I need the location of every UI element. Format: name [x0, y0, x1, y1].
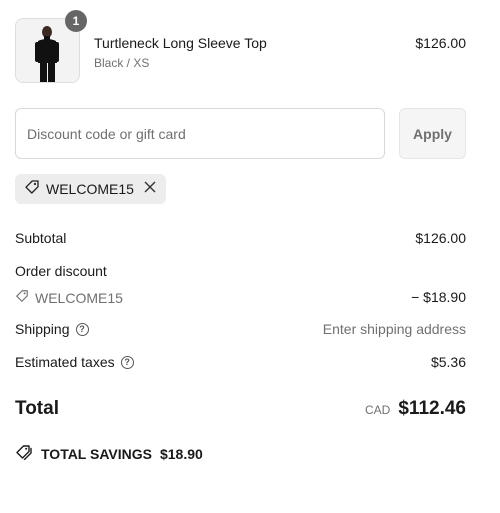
close-icon[interactable] — [144, 181, 156, 197]
product-price: $126.00 — [415, 35, 466, 51]
discount-value: − $18.90 — [411, 289, 466, 305]
subtotal-label: Subtotal — [15, 230, 67, 246]
taxes-value: $5.36 — [430, 354, 466, 370]
tag-icon — [24, 179, 40, 200]
shipping-row: Shipping ? — [15, 321, 89, 337]
total-savings-label: TOTAL SAVINGS — [41, 445, 152, 462]
quantity-badge: 1 — [65, 10, 87, 32]
shipping-value: Enter shipping address — [322, 321, 466, 337]
order-discount-label: Order discount — [15, 263, 107, 279]
tags-icon — [15, 444, 33, 463]
help-icon[interactable]: ? — [75, 322, 89, 336]
tag-icon — [15, 289, 29, 306]
subtotal-value: $126.00 — [415, 230, 466, 246]
currency-code: CAD — [365, 403, 391, 417]
applied-discount-code: WELCOME15 — [46, 181, 134, 197]
discount-code-label: WELCOME15 — [35, 289, 123, 306]
help-icon[interactable]: ? — [120, 355, 134, 369]
total-amount: CAD $112.46 — [365, 398, 466, 420]
total-label: Total — [15, 398, 59, 419]
discount-code-input[interactable] — [15, 108, 385, 159]
taxes-row: Estimated taxes ? — [15, 354, 134, 370]
total-savings: TOTAL SAVINGS $18.90 — [15, 444, 203, 463]
product-name: Turtleneck Long Sleeve Top — [94, 35, 267, 51]
discount-code-row: WELCOME15 — [15, 289, 123, 306]
apply-button[interactable]: Apply — [399, 108, 466, 159]
total-value: $112.46 — [398, 398, 466, 419]
applied-discount-chip: WELCOME15 — [15, 174, 166, 204]
shipping-label: Shipping — [15, 321, 70, 337]
taxes-label: Estimated taxes — [15, 354, 115, 370]
total-savings-value: $18.90 — [159, 445, 203, 462]
product-variant: Black / XS — [94, 56, 150, 70]
